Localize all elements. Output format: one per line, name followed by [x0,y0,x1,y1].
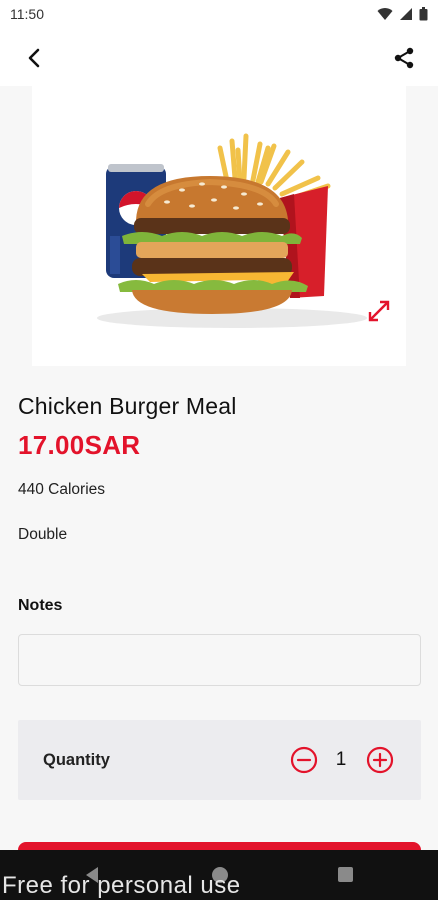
quantity-label: Quantity [43,751,110,769]
wifi-icon [377,8,393,20]
expand-icon [368,300,390,322]
quantity-value: 1 [335,749,347,770]
share-button[interactable] [390,44,418,72]
status-icons [377,7,428,21]
nav-recents-icon[interactable] [338,867,353,882]
back-arrow-icon [28,48,40,68]
watermark-text: Free for personal use [2,872,241,899]
product-calories: 440 Calories [18,481,106,498]
share-icon [394,47,414,69]
plus-circle-icon [366,746,394,774]
quantity-panel: Quantity 1 [18,720,421,800]
product-price: 17.00SAR [18,430,141,460]
minus-circle-icon [290,746,318,774]
quantity-increase-button[interactable] [366,746,394,774]
burger-meal-image [97,133,367,328]
status-bar: 11:50 [0,0,438,28]
product-variant: Double [18,526,68,543]
status-time: 11:50 [10,6,44,22]
quantity-decrease-button[interactable] [290,746,318,774]
back-button[interactable] [20,44,48,72]
signal-icon [400,8,412,20]
expand-image-button[interactable] [366,298,392,324]
notes-label: Notes [18,597,63,614]
notes-input[interactable] [18,634,421,686]
product-title: Chicken Burger Meal [18,393,237,419]
product-image [32,86,406,366]
battery-icon [419,7,428,21]
app-bar [0,28,438,86]
